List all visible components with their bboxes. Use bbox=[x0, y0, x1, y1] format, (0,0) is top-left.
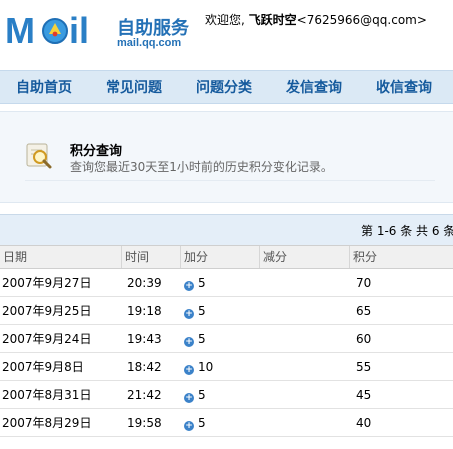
cell-date: 2007年9月25日 bbox=[2, 304, 92, 318]
nav-item-received-query[interactable]: 收信查询 bbox=[376, 71, 432, 105]
welcome-prefix: 欢迎您, bbox=[205, 13, 245, 27]
cell-points: 70 bbox=[356, 276, 372, 290]
column-header-points[interactable]: 积分 bbox=[350, 246, 453, 268]
info-panel: 积分查询 查询您最近30天至1小时前的历史积分变化记录。 bbox=[0, 111, 453, 203]
welcome-text: 欢迎您, 飞跃时空<7625966@qq.com> bbox=[205, 11, 427, 28]
cell-date: 2007年8月29日 bbox=[2, 416, 92, 430]
divider bbox=[25, 180, 435, 181]
user-email: <7625966@qq.com> bbox=[296, 13, 427, 27]
column-header-time[interactable]: 时间 bbox=[122, 246, 181, 268]
header: M il 自助服务 mail.qq.com 欢迎您, 飞跃时空<7625966@… bbox=[0, 0, 453, 70]
panel-description: 查询您最近30天至1小时前的历史积分变化记录。 bbox=[70, 160, 333, 174]
plus-icon: + bbox=[184, 281, 194, 291]
cell-points: 65 bbox=[356, 304, 372, 318]
cell-time: 19:43 bbox=[127, 332, 162, 346]
cell-points: 40 bbox=[356, 416, 372, 430]
main-nav: 自助首页 常见问题 问题分类 发信查询 收信查询 bbox=[0, 70, 453, 104]
table-row: 2007年8月29日 19:58 +5 40 bbox=[0, 409, 453, 437]
plus-icon: + bbox=[184, 365, 194, 375]
cell-points: 55 bbox=[356, 360, 372, 374]
column-header-minus[interactable]: 减分 bbox=[260, 246, 350, 268]
cell-date: 2007年8月31日 bbox=[2, 388, 92, 402]
table-row: 2007年9月25日 19:18 +5 65 bbox=[0, 297, 453, 325]
cell-date: 2007年9月24日 bbox=[2, 332, 92, 346]
nav-item-sent-query[interactable]: 发信查询 bbox=[286, 71, 342, 105]
logo-url: mail.qq.com bbox=[117, 37, 182, 49]
table-header: 日期 时间 加分 减分 积分 bbox=[0, 245, 453, 269]
cell-points: 45 bbox=[356, 388, 372, 402]
magnifier-icon bbox=[25, 142, 53, 170]
add-value: 5 bbox=[198, 276, 206, 290]
cell-date: 2007年9月8日 bbox=[2, 360, 84, 374]
plus-icon: + bbox=[184, 421, 194, 431]
svg-text:il: il bbox=[69, 10, 89, 50]
user-name: 飞跃时空 bbox=[248, 13, 297, 27]
cell-points: 60 bbox=[356, 332, 372, 346]
cell-time: 19:58 bbox=[127, 416, 162, 430]
cell-time: 21:42 bbox=[127, 388, 162, 402]
pager-bar: 第 1-6 条 共 6 条 bbox=[0, 214, 453, 245]
nav-item-categories[interactable]: 问题分类 bbox=[196, 71, 252, 105]
table-row: 2007年9月8日 18:42 +10 55 bbox=[0, 353, 453, 381]
cell-add: +5 bbox=[184, 297, 206, 325]
add-value: 5 bbox=[198, 304, 206, 318]
table-row: 2007年9月27日 20:39 +5 70 bbox=[0, 269, 453, 297]
plus-icon: + bbox=[184, 309, 194, 319]
column-header-add[interactable]: 加分 bbox=[181, 246, 260, 268]
cell-add: +5 bbox=[184, 381, 206, 409]
add-value: 5 bbox=[198, 332, 206, 346]
mail-logo-icon: M il bbox=[5, 10, 89, 51]
add-value: 5 bbox=[198, 388, 206, 402]
cell-time: 20:39 bbox=[127, 276, 162, 290]
nav-item-faq[interactable]: 常见问题 bbox=[106, 71, 162, 105]
panel-title: 积分查询 bbox=[70, 144, 123, 159]
plus-icon: + bbox=[184, 393, 194, 403]
cell-add: +5 bbox=[184, 325, 206, 353]
nav-item-home[interactable]: 自助首页 bbox=[16, 71, 72, 105]
cell-add: +5 bbox=[184, 269, 206, 297]
table-row: 2007年9月24日 19:43 +5 60 bbox=[0, 325, 453, 353]
logo-mark: M il bbox=[5, 10, 113, 51]
cell-date: 2007年9月27日 bbox=[2, 276, 92, 290]
add-value: 10 bbox=[198, 360, 214, 374]
plus-icon: + bbox=[184, 337, 194, 347]
svg-text:M: M bbox=[5, 10, 35, 50]
pager-summary: 第 1-6 条 共 6 条 bbox=[361, 224, 453, 238]
cell-add: +5 bbox=[184, 409, 206, 437]
column-header-date[interactable]: 日期 bbox=[0, 246, 122, 268]
table-row: 2007年8月31日 21:42 +5 45 bbox=[0, 381, 453, 409]
cell-add: +10 bbox=[184, 353, 213, 381]
cell-time: 18:42 bbox=[127, 360, 162, 374]
add-value: 5 bbox=[198, 416, 206, 430]
cell-time: 19:18 bbox=[127, 304, 162, 318]
